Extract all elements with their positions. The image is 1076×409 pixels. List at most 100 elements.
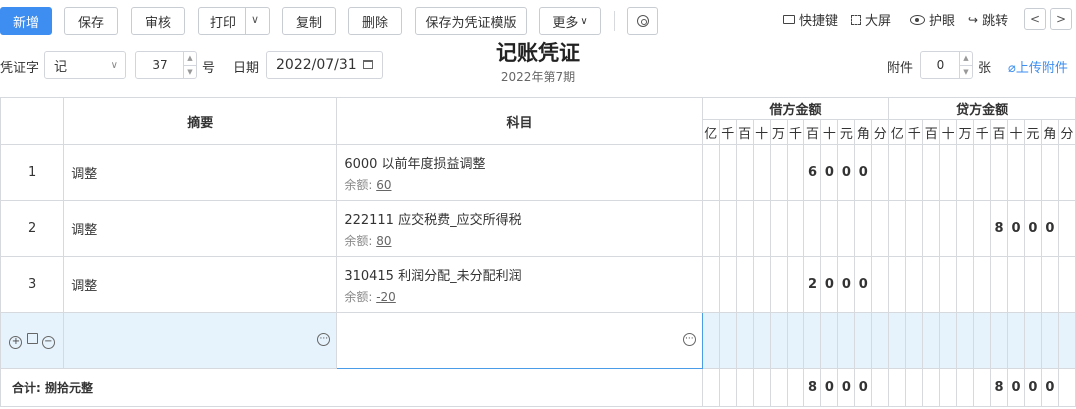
debit-digit-cell[interactable]	[786, 144, 805, 201]
debit-digit-cell[interactable]	[718, 200, 737, 257]
debit-digit-cell[interactable]	[820, 200, 839, 257]
debit-digit-cell[interactable]	[701, 256, 720, 313]
more-button[interactable]: 更多 ∨	[539, 7, 601, 35]
print-button[interactable]: 打印 ∨	[198, 7, 270, 35]
attach-count-input[interactable]: 0 ▲ ▼	[920, 51, 973, 79]
credit-digit-cell[interactable]	[1057, 200, 1076, 257]
chevron-down-icon[interactable]: ∨	[251, 13, 259, 26]
new-button[interactable]: 新增	[0, 7, 52, 35]
subject-input-cell[interactable]: ···	[336, 312, 703, 369]
credit-digit-cell[interactable]: 0	[1023, 200, 1042, 257]
credit-digit-cell[interactable]: 8	[990, 200, 1008, 257]
balance-value[interactable]: -20	[376, 290, 396, 304]
debit-digit-cell[interactable]	[786, 200, 805, 257]
credit-digit-cell[interactable]	[922, 200, 941, 257]
debit-digit-cell[interactable]: 6	[803, 144, 822, 201]
next-voucher-button[interactable]: >	[1050, 8, 1072, 30]
credit-digit-cell[interactable]	[973, 256, 992, 313]
debit-digit-cell[interactable]	[769, 312, 788, 369]
summary-input-cell[interactable]: ···	[63, 312, 338, 369]
delete-button[interactable]: 删除	[348, 7, 402, 35]
audit-button[interactable]: 审核	[131, 7, 185, 35]
debit-digit-cell[interactable]: 0	[854, 144, 873, 201]
balance-value[interactable]: 60	[376, 178, 391, 192]
credit-digit-cell[interactable]	[1040, 256, 1059, 313]
summary-cell[interactable]: 调整	[63, 200, 338, 257]
credit-digit-cell[interactable]	[922, 144, 941, 201]
debit-digit-cell[interactable]	[837, 312, 856, 369]
credit-digit-cell[interactable]	[956, 200, 975, 257]
new-entry-row[interactable]: + − ··· ···	[0, 312, 1076, 369]
copy-row-icon[interactable]	[26, 332, 38, 344]
table-row[interactable]: 3 调整 310415 利润分配_未分配利润 余额: -20 2 0 0 0	[0, 256, 1076, 313]
debit-digit-cell[interactable]	[871, 200, 890, 257]
credit-digit-cell[interactable]	[973, 200, 992, 257]
credit-digit-cell[interactable]	[939, 144, 958, 201]
credit-digit-cell[interactable]	[1057, 312, 1076, 369]
subject-cell[interactable]: 310415 利润分配_未分配利润 余额: -20	[336, 256, 703, 313]
debit-digit-cell[interactable]	[854, 200, 873, 257]
jump-link[interactable]: ↪ 跳转	[968, 10, 1008, 30]
credit-digit-cell[interactable]	[990, 144, 1008, 201]
credit-digit-cell[interactable]	[973, 312, 992, 369]
debit-digit-cell[interactable]	[871, 256, 890, 313]
credit-digit-cell[interactable]	[939, 256, 958, 313]
debit-digit-cell[interactable]	[752, 200, 771, 257]
debit-digit-cell[interactable]	[735, 312, 754, 369]
save-template-button[interactable]: 保存为凭证模版	[415, 7, 527, 35]
credit-digit-cell[interactable]	[973, 144, 992, 201]
credit-digit-cell[interactable]	[888, 144, 907, 201]
balance-value[interactable]: 80	[376, 234, 391, 248]
prev-voucher-button[interactable]: <	[1024, 8, 1046, 30]
copy-button[interactable]: 复制	[282, 7, 336, 35]
credit-digit-cell[interactable]	[956, 144, 975, 201]
eyecare-link[interactable]: 护眼	[910, 10, 955, 29]
credit-digit-cell[interactable]	[1057, 144, 1076, 201]
bigscreen-link[interactable]: 大屏	[851, 10, 891, 29]
debit-digit-cell[interactable]	[769, 256, 788, 313]
debit-digit-cell[interactable]	[735, 200, 754, 257]
debit-digit-cell[interactable]	[786, 256, 805, 313]
credit-digit-cell[interactable]	[1023, 312, 1042, 369]
debit-digit-cell[interactable]	[871, 144, 890, 201]
credit-digit-cell[interactable]: 0	[1040, 200, 1059, 257]
credit-digit-cell[interactable]	[888, 256, 907, 313]
credit-digit-cell[interactable]	[990, 312, 1008, 369]
debit-digit-cell[interactable]	[718, 144, 737, 201]
debit-digit-cell[interactable]	[701, 200, 720, 257]
debit-digit-cell[interactable]	[820, 312, 839, 369]
ellipsis-icon[interactable]: ···	[317, 333, 331, 346]
credit-digit-cell[interactable]	[1040, 312, 1059, 369]
add-row-icon[interactable]: +	[9, 335, 23, 349]
credit-digit-cell[interactable]	[922, 312, 941, 369]
debit-digit-cell[interactable]	[786, 312, 805, 369]
debit-digit-cell[interactable]: 2	[803, 256, 822, 313]
credit-digit-cell[interactable]	[956, 312, 975, 369]
save-button[interactable]: 保存	[64, 7, 118, 35]
credit-digit-cell[interactable]	[888, 312, 907, 369]
debit-digit-cell[interactable]	[769, 144, 788, 201]
debit-digit-cell[interactable]	[803, 312, 822, 369]
credit-digit-cell[interactable]	[990, 256, 1008, 313]
credit-digit-cell[interactable]	[905, 256, 924, 313]
debit-digit-cell[interactable]	[837, 200, 856, 257]
settings-button[interactable]	[627, 7, 658, 35]
debit-digit-cell[interactable]: 0	[837, 144, 856, 201]
summary-cell[interactable]: 调整	[63, 144, 338, 201]
credit-digit-cell[interactable]	[1023, 144, 1042, 201]
credit-digit-cell[interactable]	[905, 144, 924, 201]
credit-digit-cell[interactable]	[939, 312, 958, 369]
credit-digit-cell[interactable]	[888, 200, 907, 257]
upload-attachment-link[interactable]: ⌀上传附件	[1008, 57, 1068, 76]
subject-cell[interactable]: 6000 以前年度损益调整 余额: 60	[336, 144, 703, 201]
debit-digit-cell[interactable]	[854, 312, 873, 369]
debit-digit-cell[interactable]	[752, 312, 771, 369]
debit-digit-cell[interactable]: 0	[837, 256, 856, 313]
credit-digit-cell[interactable]	[905, 200, 924, 257]
debit-digit-cell[interactable]	[752, 256, 771, 313]
credit-digit-cell[interactable]	[1023, 256, 1042, 313]
credit-digit-cell[interactable]	[1040, 144, 1059, 201]
debit-digit-cell[interactable]: 0	[854, 256, 873, 313]
debit-digit-cell[interactable]	[735, 256, 754, 313]
debit-digit-cell[interactable]	[701, 312, 720, 369]
